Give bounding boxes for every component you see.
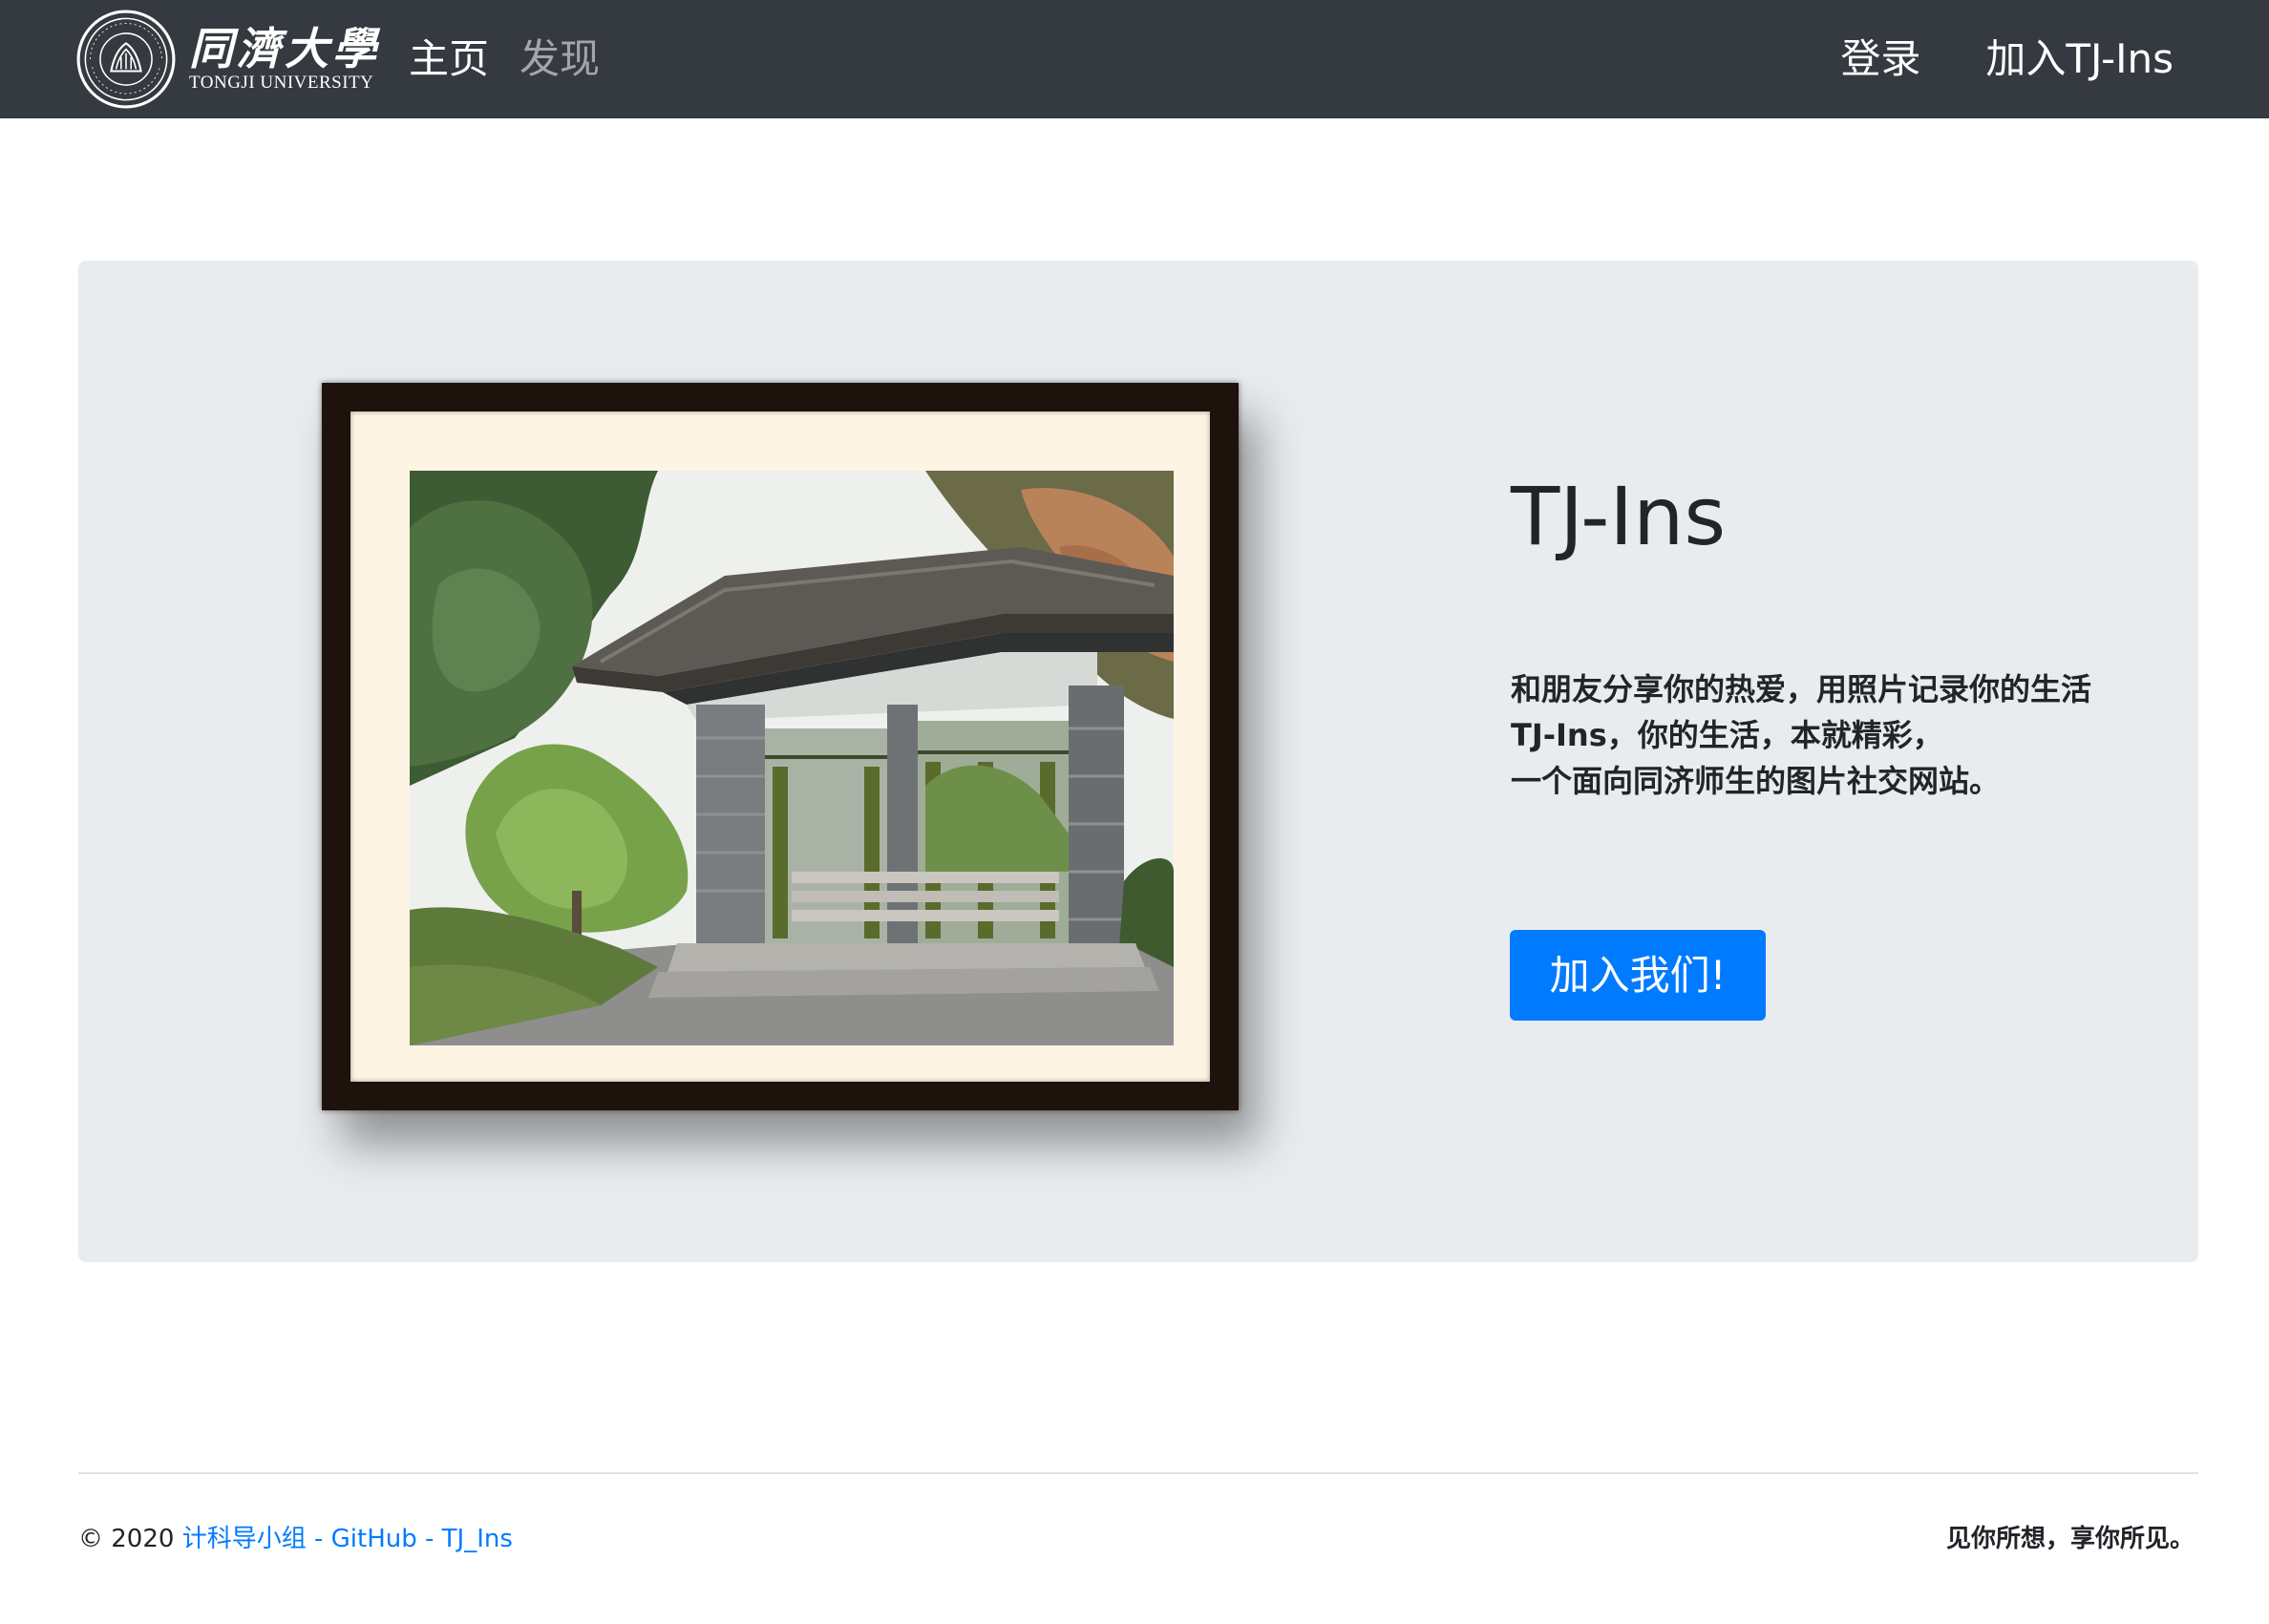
nav-link-join[interactable]: 加入TJ-Ins [1985,0,2174,118]
primary-nav: 主页 发现 [409,0,600,118]
university-seal-icon [76,10,176,109]
campus-gate-photo [410,471,1174,1045]
project-link[interactable]: TJ_Ins [442,1525,513,1553]
footer-separator: - [425,1525,435,1553]
top-navbar: 同濟大學 TONGJI UNIVERSITY 主页 发现 登录 加入TJ-Ins [0,0,2269,118]
picture-frame [322,383,1239,1110]
hero-line-3: 一个面向同济师生的图片社交网站。 [1511,763,2001,799]
nav-link-discover[interactable]: 发现 [520,0,600,118]
hero-line-2: TJ-Ins，你的生活，本就精彩， [1511,717,1943,753]
github-link[interactable]: GitHub [331,1525,417,1553]
footer-credits: © 2020 计科导小组 - GitHub - TJ_Ins [78,1522,513,1556]
brand-name-english: TONGJI UNIVERSITY [189,73,374,93]
nav-link-home[interactable]: 主页 [409,0,489,118]
hero-line-1: 和朋友分享你的热爱，用照片记录你的生活 [1511,671,2092,707]
brand-logo-link[interactable]: 同濟大學 TONGJI UNIVERSITY [76,8,376,111]
team-link[interactable]: 计科导小组 [182,1525,307,1553]
footer-divider [78,1472,2198,1474]
copyright-text: © 2020 [78,1525,175,1553]
brand-name-chinese: 同濟大學 [189,23,380,74]
footer-separator: - [313,1525,324,1553]
hero-description: 和朋友分享你的热爱，用照片记录你的生活 TJ-Ins，你的生活，本就精彩， 一个… [1511,666,2160,804]
account-nav: 登录 加入TJ-Ins [1840,0,2174,118]
hero-jumbotron: TJ-Ins 和朋友分享你的热爱，用照片记录你的生活 TJ-Ins，你的生活，本… [78,261,2198,1262]
join-us-button[interactable]: 加入我们! [1510,930,1766,1021]
hero-title: TJ-Ins [1511,470,1727,563]
nav-link-login[interactable]: 登录 [1840,0,1920,118]
footer-slogan: 见你所想，享你所见。 [1945,1525,2195,1553]
brand-text: 同濟大學 TONGJI UNIVERSITY [189,10,380,109]
picture-mat [350,411,1210,1082]
